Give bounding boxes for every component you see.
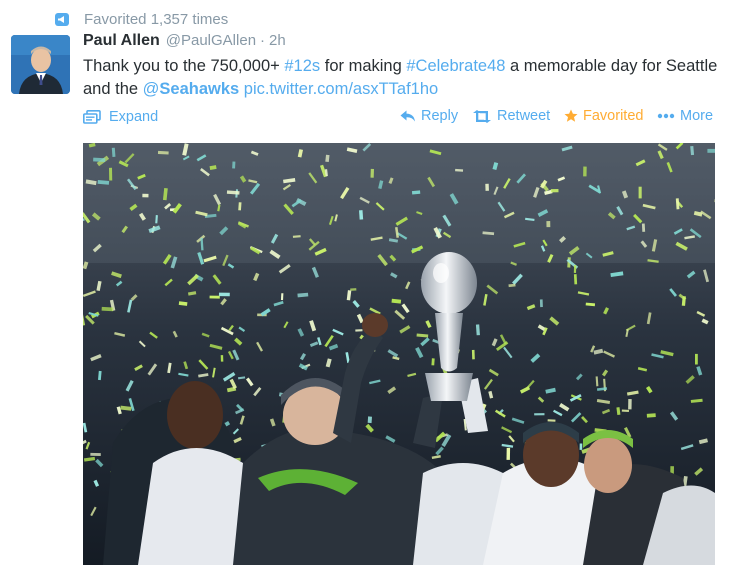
reply-icon [400,110,415,122]
reply-button[interactable]: Reply [400,108,458,124]
tweet-timestamp[interactable]: 2h [269,32,286,49]
mention-at: @ [142,80,160,98]
expand-label: Expand [109,109,159,125]
favorited-count-text: Favorited 1,357 times [84,10,229,28]
pic-link[interactable]: pic.twitter.com/asxTTaf1ho [244,80,438,98]
tweet-photo[interactable] [83,143,715,565]
avatar[interactable] [11,35,70,94]
favorited-label: Favorited [583,108,644,124]
hashtag-celebrate48-link[interactable]: #Celebrate48 [406,57,505,75]
favorited-badge-icon [55,12,69,26]
favorited-button[interactable]: Favorited [564,108,643,124]
author-handle[interactable]: @PaulGAllen [166,32,256,49]
more-dots-icon [657,113,675,119]
retweet-icon [473,109,491,123]
retweet-label: Retweet [497,108,551,124]
more-label: More [680,108,714,124]
tweet-header: Paul Allen @PaulGAllen · 2h [83,32,286,54]
expand-icon [83,110,101,124]
favorited-context: Favorited 1,357 times [55,9,228,29]
tweet-text-part: for making [320,57,407,75]
more-button[interactable]: More [657,108,713,124]
expand-button[interactable]: Expand [83,109,158,125]
tweet-text-part: Thank you to the 750,000+ [83,57,285,75]
tweet-actions: Expand Reply Retweet Favorited More [83,107,715,129]
mention-seahawks-link[interactable]: @Seahawks [143,80,240,98]
reply-label: Reply [421,108,459,124]
hashtag-12s-link[interactable]: #12s [284,57,320,75]
header-separator: · [260,32,266,49]
tweet-text: Thank you to the 750,000+ #12s for makin… [83,55,723,101]
author-name[interactable]: Paul Allen [83,32,160,50]
mention-name: Seahawks [159,80,240,98]
retweet-button[interactable]: Retweet [472,108,550,124]
star-icon [564,109,578,122]
